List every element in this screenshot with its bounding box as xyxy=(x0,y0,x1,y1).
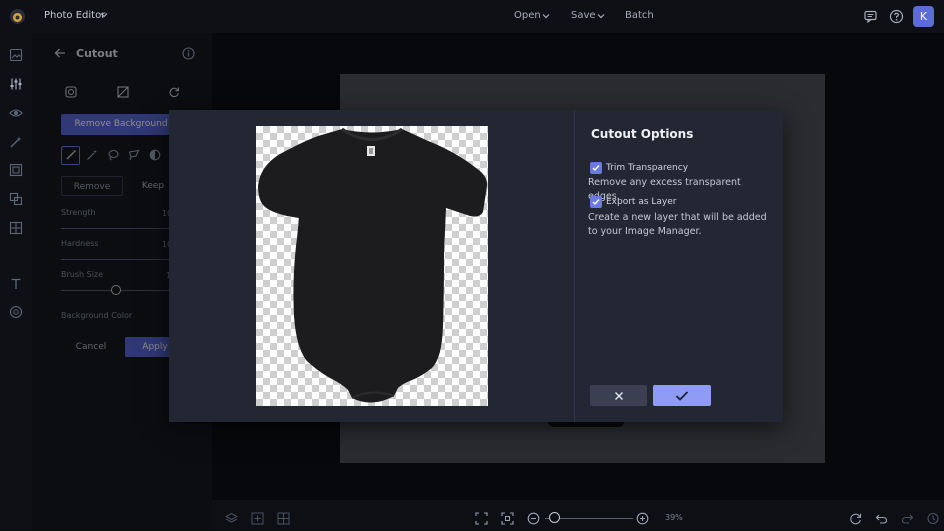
layers-icon[interactable] xyxy=(225,512,238,525)
zoom-out-icon[interactable] xyxy=(527,512,540,525)
dialog-confirm-button[interactable] xyxy=(653,385,711,406)
chevron-down-icon[interactable] xyxy=(597,12,605,20)
tool-rail xyxy=(0,33,32,531)
checkmark-icon xyxy=(675,390,689,401)
magic-icon[interactable] xyxy=(9,135,23,149)
frame-icon[interactable] xyxy=(9,163,23,177)
chevron-down-icon[interactable] xyxy=(100,11,108,19)
dialog-cancel-button[interactable] xyxy=(590,385,647,406)
top-bar: Photo Editor Open Save Batch K xyxy=(0,0,944,33)
undo-icon[interactable] xyxy=(875,512,888,525)
text-icon[interactable] xyxy=(9,277,23,291)
close-icon xyxy=(614,391,623,400)
chat-icon[interactable] xyxy=(863,9,878,24)
save-menu[interactable]: Save xyxy=(571,10,596,21)
zoom-level: 39% xyxy=(665,513,683,522)
cutout-options-dialog: Cutout Options Trim Transparency Remove … xyxy=(169,110,783,422)
texture-icon[interactable] xyxy=(9,221,23,235)
eye-icon[interactable] xyxy=(9,106,23,120)
history-icon[interactable] xyxy=(926,512,939,525)
image-icon[interactable] xyxy=(9,48,23,62)
chevron-down-icon[interactable] xyxy=(542,12,550,20)
export-as-layer-label[interactable]: Export as Layer xyxy=(606,197,676,207)
add-image-icon[interactable] xyxy=(251,512,264,525)
fit-screen-icon[interactable] xyxy=(475,512,488,525)
bottom-bar xyxy=(212,500,944,531)
redo-icon[interactable] xyxy=(901,512,914,525)
app-logo-icon[interactable] xyxy=(9,8,26,25)
export-as-layer-description: Create a new layer that will be added to… xyxy=(588,212,767,237)
batch-menu[interactable]: Batch xyxy=(625,10,654,21)
zoom-slider-handle[interactable] xyxy=(549,512,560,523)
graphics-icon[interactable] xyxy=(9,305,23,319)
grid-icon[interactable] xyxy=(277,512,290,525)
help-icon[interactable] xyxy=(889,9,904,24)
overlay-icon[interactable] xyxy=(9,192,23,206)
cutout-preview xyxy=(256,126,488,406)
actual-size-icon[interactable] xyxy=(501,512,514,525)
rotate-icon[interactable] xyxy=(849,512,862,525)
open-menu[interactable]: Open xyxy=(514,10,541,21)
export-as-layer-checkbox[interactable] xyxy=(590,196,602,208)
zoom-in-icon[interactable] xyxy=(636,512,649,525)
sliders-icon[interactable] xyxy=(9,77,23,91)
trim-transparency-label[interactable]: Trim Transparency xyxy=(606,163,688,173)
avatar[interactable]: K xyxy=(913,6,934,27)
dialog-divider xyxy=(574,110,575,422)
trim-transparency-checkbox[interactable] xyxy=(590,162,602,174)
app-name[interactable]: Photo Editor xyxy=(44,10,105,21)
bodysuit-cutout-image xyxy=(258,127,488,403)
dialog-title: Cutout Options xyxy=(591,127,694,141)
